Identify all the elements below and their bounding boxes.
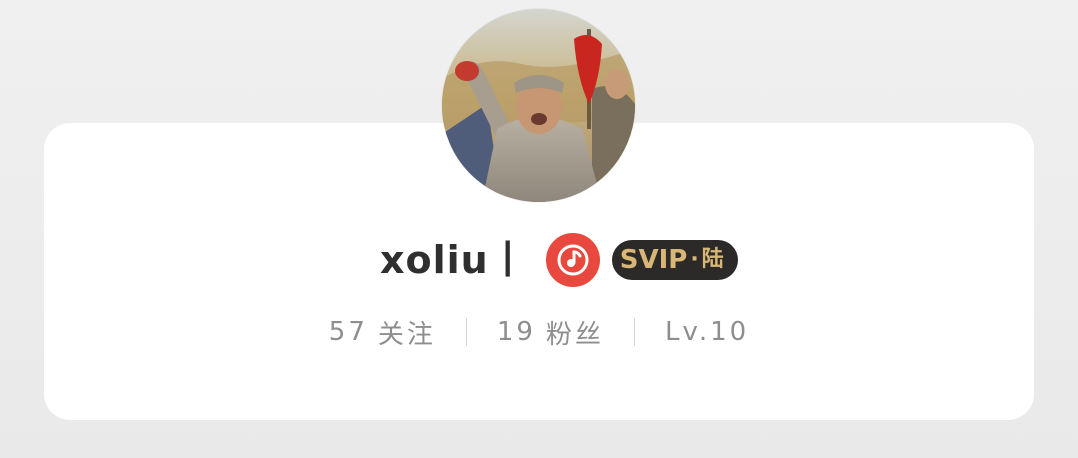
username[interactable]: xoliu丨 bbox=[380, 241, 528, 279]
music-note-icon bbox=[557, 244, 589, 276]
followers-label: 粉丝 bbox=[545, 319, 604, 350]
stats-divider bbox=[634, 318, 635, 346]
svip-rank: 陆 bbox=[701, 247, 724, 272]
level-stat[interactable]: Lv.10 bbox=[665, 310, 749, 354]
svip-badge[interactable]: SVIP · 陆 bbox=[611, 240, 738, 280]
level-label: Lv.10 bbox=[665, 317, 750, 347]
following-stat[interactable]: 57 关注 bbox=[329, 310, 436, 354]
following-label: 关注 bbox=[377, 319, 436, 350]
svip-label: SVIP bbox=[619, 245, 688, 275]
followers-stat[interactable]: 19 粉丝 bbox=[497, 310, 604, 354]
username-row: xoliu丨 SVIP · 陆 bbox=[380, 232, 738, 288]
stats-divider bbox=[465, 318, 467, 346]
music-badge[interactable] bbox=[545, 233, 600, 287]
svip-separator: · bbox=[690, 247, 699, 272]
profile-stats: 57 关注 19 粉丝 Lv.10 bbox=[0, 310, 1078, 354]
followers-count: 19 bbox=[496, 317, 536, 347]
avatar-image bbox=[442, 9, 635, 202]
following-count: 57 bbox=[328, 317, 368, 347]
avatar[interactable] bbox=[442, 9, 635, 202]
